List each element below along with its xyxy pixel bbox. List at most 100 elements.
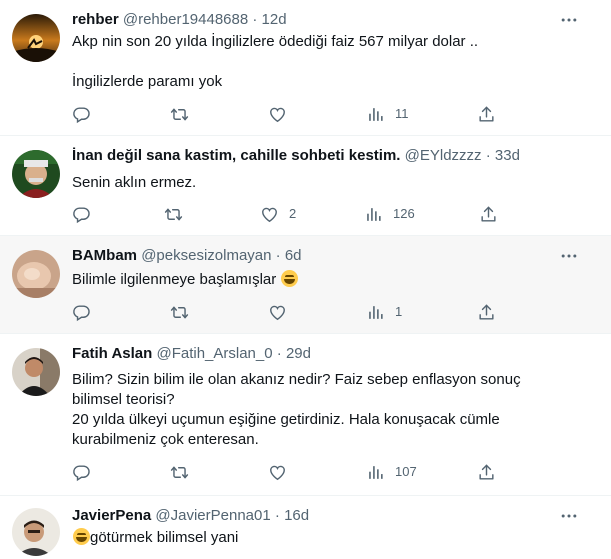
- views-icon: [364, 205, 383, 224]
- views-button[interactable]: 107: [366, 462, 417, 482]
- retweet-button[interactable]: [170, 302, 199, 322]
- share-button[interactable]: [477, 104, 496, 124]
- views-icon: [366, 303, 385, 322]
- retweet-icon: [170, 303, 189, 322]
- tweet-item[interactable]: BAMbam @peksesizolmayan · 6d Bilimle ilg…: [0, 236, 611, 334]
- separator-dot: ·: [252, 11, 258, 28]
- views-count: 1: [395, 304, 403, 319]
- tweet-text-line: Bilimle ilgilenmeye başlamışlar: [72, 271, 277, 288]
- more-icon[interactable]: [559, 506, 579, 526]
- avatar[interactable]: [12, 508, 60, 556]
- retweet-button[interactable]: [170, 462, 199, 482]
- tweet-item[interactable]: JavierPena @JavierPenna01 · 16d götürmek…: [0, 496, 611, 559]
- avatar[interactable]: [12, 150, 60, 198]
- author-handle[interactable]: @Fatih_Arslan_0: [156, 345, 272, 362]
- tweet-header: BAMbam @peksesizolmayan · 6d: [72, 246, 561, 266]
- tweet-text-line: Bilim? Sizin bilim ile olan akanız nedir…: [72, 371, 521, 388]
- views-button[interactable]: 126: [364, 204, 415, 224]
- tweet-text: götürmek bilimsel yani: [72, 528, 571, 548]
- share-icon: [477, 105, 496, 124]
- like-count: 2: [289, 206, 297, 221]
- reply-icon: [72, 303, 91, 322]
- avatar[interactable]: [12, 348, 60, 396]
- tweet-header: İnan değil sana kastim, cahille sohbeti …: [72, 146, 561, 166]
- tweet-text-line: 20 yılda ülkeyi uçumun eşiğine getirdini…: [72, 411, 500, 428]
- share-icon: [477, 463, 496, 482]
- more-icon[interactable]: [559, 246, 579, 266]
- heart-icon: [260, 205, 279, 224]
- tweet-text: Akp nin son 20 yılda İngilizlere ödediği…: [72, 32, 571, 92]
- like-button[interactable]: [268, 104, 297, 124]
- separator-dot: ·: [485, 147, 491, 164]
- views-button[interactable]: 11: [366, 104, 409, 124]
- tweet-actions: 107: [72, 462, 581, 482]
- tweet-text-line: kurabilmeniz çok enteresan.: [72, 431, 259, 448]
- tweet-actions: 2 126: [72, 204, 581, 224]
- tweet-text-line: bilimsel teorisi?: [72, 391, 175, 408]
- separator-dot: ·: [275, 247, 281, 264]
- reply-button[interactable]: [72, 104, 101, 124]
- avatar[interactable]: [12, 250, 60, 298]
- share-button[interactable]: [479, 204, 498, 224]
- more-icon[interactable]: [559, 10, 579, 30]
- tweet-text-line: Akp nin son 20 yılda İngilizlere ödediği…: [72, 33, 479, 50]
- reply-icon: [72, 105, 91, 124]
- retweet-button[interactable]: [164, 204, 193, 224]
- author-handle[interactable]: @EYldzzzz: [405, 147, 482, 164]
- tweet-header: rehber @rehber19448688 · 12d: [72, 10, 561, 30]
- author-name[interactable]: JavierPena: [72, 507, 151, 524]
- tweet-text: Senin aklın ermez.: [72, 173, 571, 193]
- like-button[interactable]: [268, 302, 297, 322]
- tweet-item[interactable]: Fatih Aslan @Fatih_Arslan_0 · 29d Bilim?…: [0, 334, 611, 496]
- tweet-actions: 1: [72, 302, 581, 322]
- tweet-header: JavierPena @JavierPenna01 · 16d: [72, 506, 561, 526]
- tweet-text: Bilimle ilgilenmeye başlamışlar: [72, 270, 571, 290]
- views-icon: [366, 105, 385, 124]
- views-count: 11: [395, 106, 409, 121]
- like-button[interactable]: 2: [260, 204, 296, 224]
- timestamp[interactable]: 6d: [285, 247, 302, 264]
- share-button[interactable]: [477, 302, 496, 322]
- tweet-item[interactable]: İnan değil sana kastim, cahille sohbeti …: [0, 136, 611, 236]
- views-count: 107: [395, 464, 417, 479]
- reply-button[interactable]: [72, 204, 101, 224]
- tweet-text-line: İngilizlerde paramı yok: [72, 73, 223, 90]
- author-name[interactable]: Fatih Aslan: [72, 345, 152, 362]
- heart-icon: [268, 105, 287, 124]
- author-name[interactable]: BAMbam: [72, 247, 137, 264]
- heart-icon: [268, 303, 287, 322]
- retweet-button[interactable]: [170, 104, 199, 124]
- views-count: 126: [393, 206, 415, 221]
- author-handle[interactable]: @rehber19448688: [123, 11, 248, 28]
- rofl-emoji-icon: [73, 528, 90, 545]
- rofl-emoji-icon: [281, 270, 299, 287]
- tweet-item[interactable]: rehber @rehber19448688 · 12d Akp nin son…: [0, 0, 611, 136]
- avatar[interactable]: [12, 14, 60, 62]
- views-icon: [366, 463, 385, 482]
- share-button[interactable]: [477, 462, 496, 482]
- reply-feed: rehber @rehber19448688 · 12d Akp nin son…: [0, 0, 611, 559]
- author-name[interactable]: rehber: [72, 11, 119, 28]
- like-button[interactable]: [268, 462, 297, 482]
- retweet-icon: [170, 105, 189, 124]
- timestamp[interactable]: 12d: [262, 11, 287, 28]
- views-button[interactable]: 1: [366, 302, 402, 322]
- reply-icon: [72, 463, 91, 482]
- timestamp[interactable]: 29d: [286, 345, 311, 362]
- reply-icon: [72, 205, 91, 224]
- retweet-icon: [170, 463, 189, 482]
- author-name[interactable]: İnan değil sana kastim, cahille sohbeti …: [72, 147, 400, 164]
- timestamp[interactable]: 33d: [495, 147, 520, 164]
- author-handle[interactable]: @JavierPenna01: [155, 507, 270, 524]
- share-icon: [479, 205, 498, 224]
- tweet-text-line: Senin aklın ermez.: [72, 174, 197, 191]
- tweet-header: Fatih Aslan @Fatih_Arslan_0 · 29d: [72, 344, 561, 364]
- timestamp[interactable]: 16d: [284, 507, 309, 524]
- author-handle[interactable]: @peksesizolmayan: [141, 247, 271, 264]
- reply-button[interactable]: [72, 302, 101, 322]
- reply-button[interactable]: [72, 462, 101, 482]
- tweet-text-line: [72, 52, 571, 72]
- tweet-text-line: götürmek bilimsel yani: [90, 529, 239, 546]
- heart-icon: [268, 463, 287, 482]
- share-icon: [477, 303, 496, 322]
